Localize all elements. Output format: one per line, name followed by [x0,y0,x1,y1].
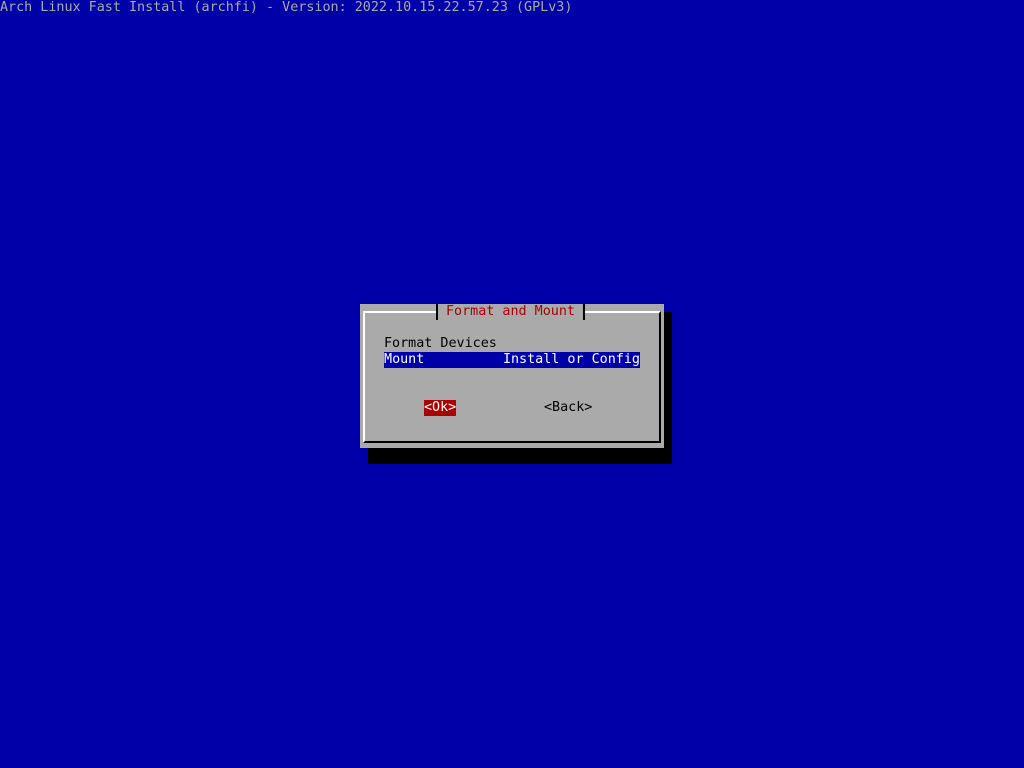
dialog-title: Format and Mount [436,304,585,320]
menu-item-tag: Mount [384,352,425,367]
menu-list: Format Devices Mount Install or Config [384,336,640,368]
button-row: <Ok> <Back> [360,400,664,416]
format-mount-dialog: Format and Mount Format Devices Mount In… [360,304,664,448]
menu-item-mount[interactable]: Mount Install or Config [384,352,640,368]
backtitle: Arch Linux Fast Install (archfi) - Versi… [0,0,573,15]
ok-button[interactable]: <Ok> [424,400,457,416]
menu-item-tag: Format Devices [384,336,497,351]
back-button[interactable]: <Back> [544,400,592,416]
menu-item-description: Install or Config [502,352,640,367]
menu-item-format-devices[interactable]: Format Devices [384,336,640,352]
dialog-frame [363,311,661,443]
